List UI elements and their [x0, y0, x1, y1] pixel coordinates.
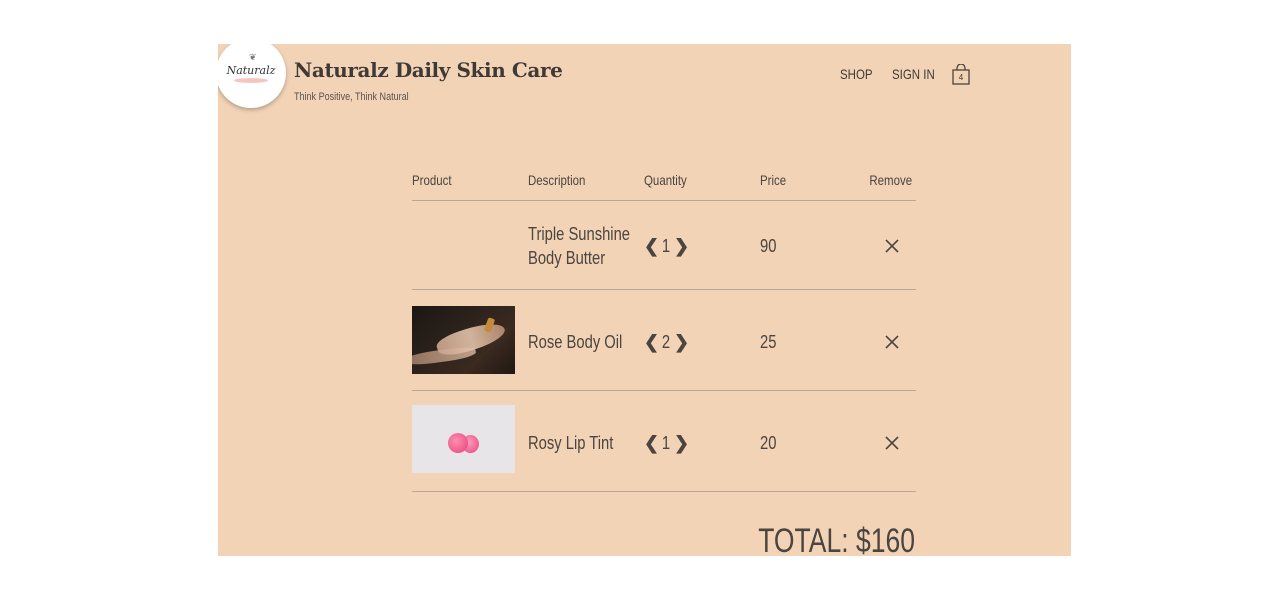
decrement-icon[interactable]: ❮ [644, 330, 659, 354]
quantity-value: 1 [661, 236, 671, 256]
cart-row: Rosy Lip Tint ❮ 1 ❯ 20 [412, 391, 916, 492]
item-description: Rosy Lip Tint [528, 433, 614, 453]
cart-row: Rose Body Oil ❮ 2 ❯ 25 [412, 290, 916, 391]
item-description-line: Body Butter [528, 248, 606, 268]
close-icon [885, 335, 899, 349]
item-description: Rose Body Oil [528, 332, 623, 352]
column-header-price: Price [760, 172, 787, 188]
logo[interactable]: ❦ Naturalz [218, 44, 286, 108]
column-header-remove: Remove [869, 172, 912, 188]
cart-button[interactable]: 4 [952, 63, 970, 85]
item-price: 25 [760, 332, 777, 352]
logo-text: Naturalz [226, 64, 276, 77]
item-price: 20 [760, 433, 777, 453]
quantity-stepper: ❮ 1 ❯ [644, 234, 689, 258]
close-icon [885, 436, 899, 450]
decrement-icon[interactable]: ❮ [644, 234, 659, 258]
quantity-value: 2 [661, 332, 671, 352]
remove-item-button[interactable] [882, 433, 902, 453]
column-header-product: Product [412, 172, 452, 188]
page-container: ❦ Naturalz Naturalz Daily Skin Care Thin… [218, 44, 1071, 556]
remove-item-button[interactable] [882, 332, 902, 352]
nav-shop-link[interactable]: SHOP [840, 66, 873, 82]
row-divider [412, 491, 916, 492]
increment-icon[interactable]: ❯ [674, 234, 689, 258]
item-description-line: Triple Sunshine [528, 224, 631, 244]
remove-item-button[interactable] [882, 236, 902, 256]
leaf-icon: ❦ [249, 52, 257, 62]
cart-count: 4 [958, 73, 964, 82]
column-header-quantity: Quantity [644, 172, 687, 188]
product-image-rose-body-oil [412, 306, 515, 374]
increment-icon[interactable]: ❯ [674, 330, 689, 354]
column-header-description: Description [528, 172, 586, 188]
site-title: Naturalz Daily Skin Care [294, 58, 563, 82]
cart-row: Triple Sunshine Body Butter ❮ 1 ❯ 90 [412, 201, 916, 289]
quantity-value: 1 [661, 433, 671, 453]
item-price: 90 [760, 236, 777, 256]
close-icon [885, 239, 899, 253]
item-description: Triple Sunshine Body Butter [528, 222, 630, 270]
site-tagline: Think Positive, Think Natural [294, 91, 409, 103]
decrement-icon[interactable]: ❮ [644, 431, 659, 455]
logo-swash [234, 78, 268, 83]
quantity-stepper: ❮ 1 ❯ [644, 431, 689, 455]
quantity-stepper: ❮ 2 ❯ [644, 330, 689, 354]
product-image-rosy-lip-tint [412, 405, 515, 473]
nav-sign-in-link[interactable]: SIGN IN [892, 66, 935, 82]
cart-total: TOTAL: $160 [758, 522, 915, 556]
increment-icon[interactable]: ❯ [674, 431, 689, 455]
